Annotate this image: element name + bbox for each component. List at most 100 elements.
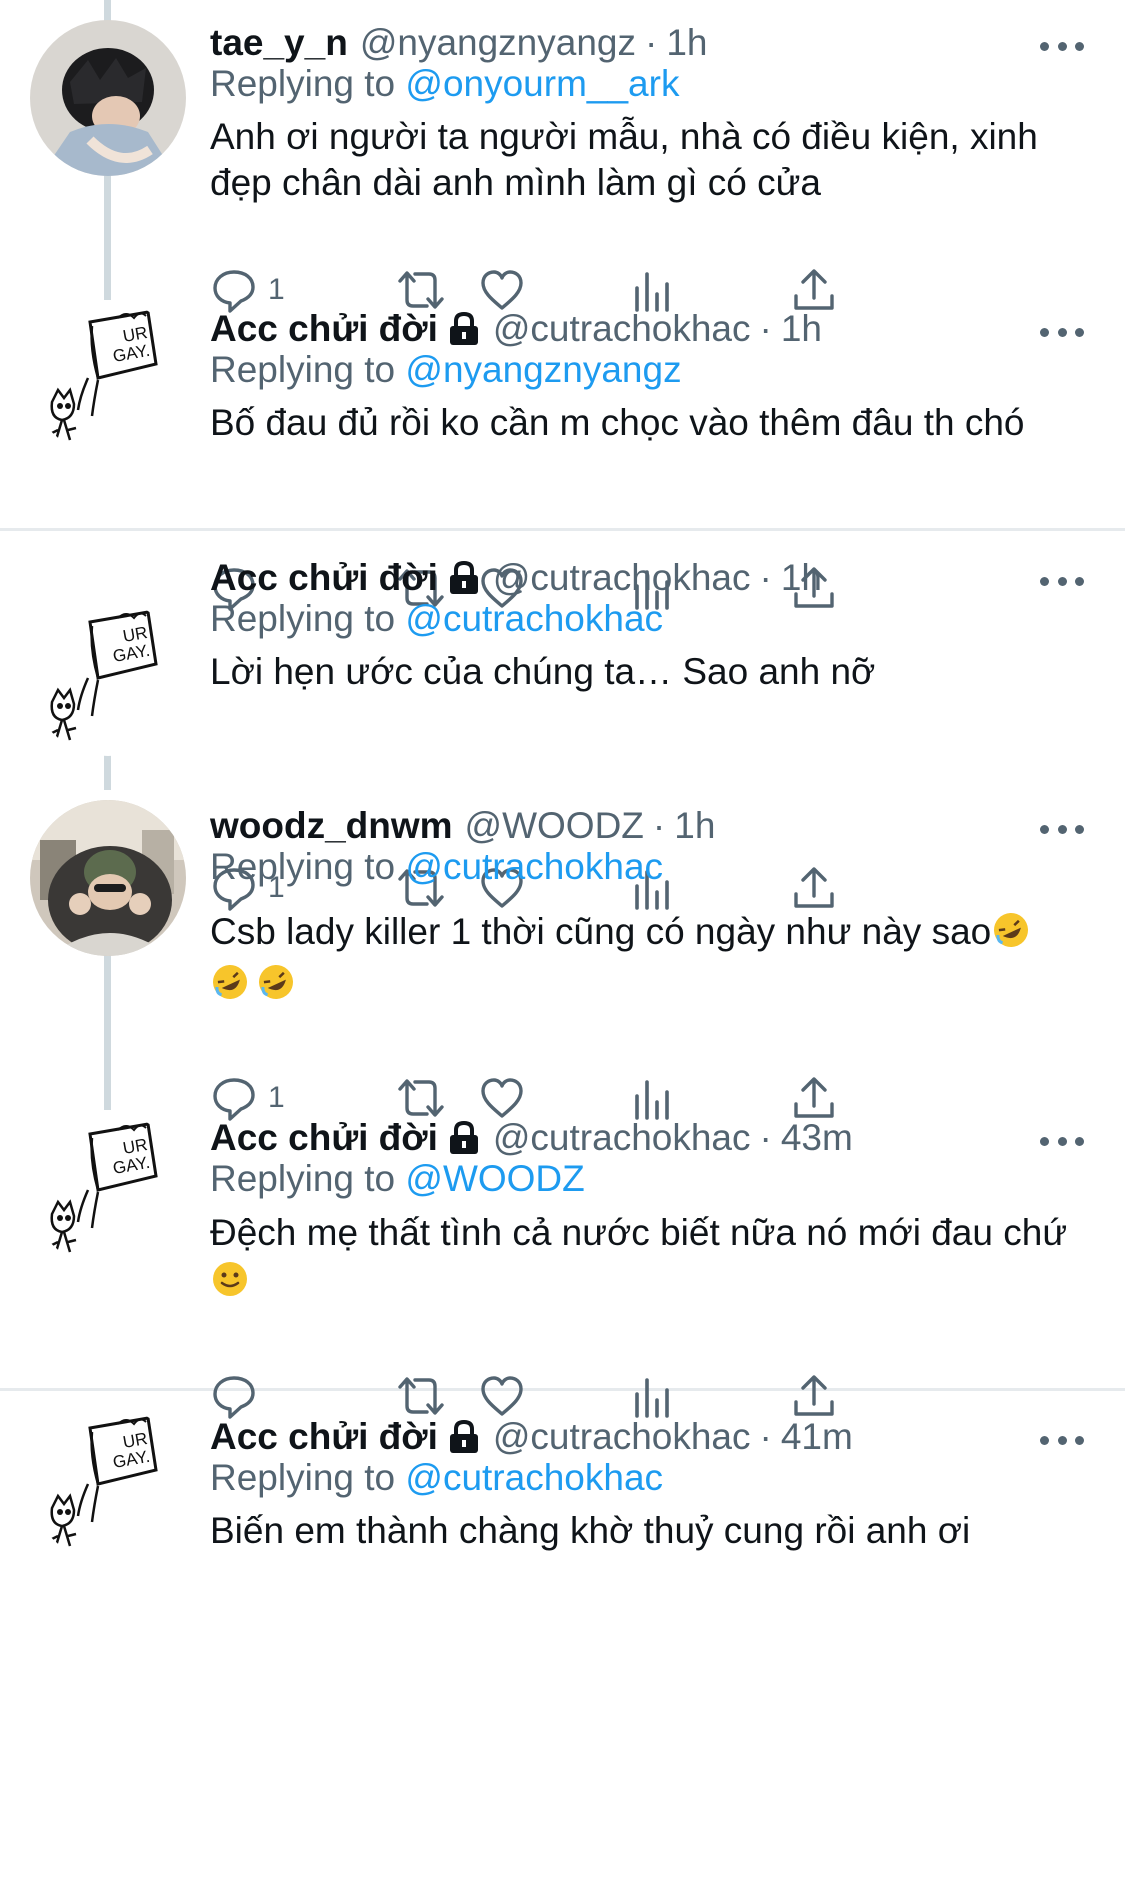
handle[interactable]: @cutrachokhac: [493, 308, 751, 350]
display-name[interactable]: Acc chửi đời: [210, 1416, 438, 1458]
more-icon[interactable]: [1040, 819, 1084, 839]
avatar[interactable]: [30, 800, 186, 956]
replying-to-label: Replying to: [210, 598, 396, 639]
avatar[interactable]: [30, 20, 186, 176]
replying-to-label: Replying to: [210, 1158, 396, 1199]
more-icon[interactable]: [1040, 322, 1084, 342]
divider: [0, 1388, 1125, 1391]
avatar[interactable]: UR GAY.: [30, 300, 186, 456]
tweet-header: Acc chửi đời @cutrachokhac · 1h: [210, 308, 822, 350]
timestamp[interactable]: 41m: [781, 1416, 853, 1458]
retweet-icon: [398, 1079, 444, 1117]
reply-count: 1: [268, 1081, 285, 1114]
share-icon: [794, 867, 834, 908]
display-name[interactable]: woodz_dnwm: [210, 805, 453, 847]
display-name[interactable]: Acc chửi đời: [210, 1117, 438, 1159]
replying-to-label: Replying to: [210, 349, 396, 390]
more-icon[interactable]: [1040, 1131, 1084, 1151]
replying-to-mention[interactable]: @cutrachokhac: [405, 598, 663, 639]
tweet-text: Bố đau đủ rồi ko cần m chọc vào thêm đâu…: [210, 400, 1090, 446]
share-icon: [794, 1077, 834, 1118]
analytics-icon: [635, 272, 669, 312]
rofl-emoji: [259, 965, 293, 999]
tweet-text-content: Biến em thành chàng khờ thuỷ cung rồi an…: [210, 1510, 971, 1551]
divider: [0, 528, 1125, 531]
replying-to: Replying to @nyangznyangz: [210, 349, 682, 391]
avatar[interactable]: UR GAY.: [30, 600, 186, 756]
lock-icon: [447, 560, 481, 596]
tweet-text-content: Bố đau đủ rồi ko cần m chọc vào thêm đâu…: [210, 402, 1025, 443]
handle[interactable]: @nyangznyangz: [360, 22, 636, 64]
lock-icon: [447, 1419, 481, 1455]
display-name[interactable]: Acc chửi đời: [210, 557, 438, 599]
handle[interactable]: @WOODZ: [465, 805, 644, 847]
timestamp[interactable]: 1h: [781, 308, 822, 350]
analytics-icon: [635, 1080, 669, 1120]
share-icon: [794, 1375, 834, 1416]
replying-to-mention[interactable]: @nyangznyangz: [405, 349, 681, 390]
separator: ·: [759, 308, 772, 349]
replying-to-mention[interactable]: @cutrachokhac: [405, 846, 663, 887]
replying-to: Replying to @cutrachokhac: [210, 1457, 663, 1499]
reply-count: 1: [268, 273, 285, 306]
avatar[interactable]: UR GAY.: [30, 1406, 186, 1562]
handle[interactable]: @cutrachokhac: [493, 1416, 751, 1458]
avatar[interactable]: UR GAY.: [30, 1112, 186, 1268]
more-icon[interactable]: [1040, 1430, 1084, 1450]
like-icon: [481, 270, 523, 310]
thread-line: [104, 940, 111, 1110]
replying-to: Replying to @onyourm__ark: [210, 63, 679, 105]
replying-to: Replying to @cutrachokhac: [210, 846, 663, 888]
lock-icon: [447, 1120, 481, 1156]
tweet-header: woodz_dnwm @WOODZ · 1h: [210, 805, 715, 847]
more-icon[interactable]: [1040, 36, 1084, 56]
replying-to-mention[interactable]: @WOODZ: [405, 1158, 584, 1199]
separator: ·: [652, 805, 666, 846]
timestamp[interactable]: 1h: [674, 805, 715, 847]
timestamp[interactable]: 43m: [781, 1117, 853, 1159]
tweet-text: Biến em thành chàng khờ thuỷ cung rồi an…: [210, 1508, 1090, 1554]
like-icon: [481, 1376, 523, 1416]
tweet-text-content: Lời hẹn ước của chúng ta… Sao anh nỡ: [210, 651, 876, 692]
display-name[interactable]: Acc chửi đời: [210, 308, 438, 350]
handle[interactable]: @cutrachokhac: [493, 557, 751, 599]
tweet-text: Csb lady killer 1 thời cũng có ngày như …: [210, 906, 1090, 1010]
rofl-emoji: [213, 965, 247, 999]
tweet-header: Acc chửi đời @cutrachokhac · 43m: [210, 1117, 853, 1159]
replying-to: Replying to @cutrachokhac: [210, 598, 663, 640]
share-icon: [794, 269, 834, 310]
analytics-icon: [635, 1378, 669, 1418]
display-name[interactable]: tae_y_n: [210, 22, 348, 64]
tweet-text-content: Anh ơi người ta người mẫu, nhà có điều k…: [210, 116, 1038, 203]
tweet-text-content: Csb lady killer 1 thời cũng có ngày như …: [210, 911, 992, 952]
retweet-icon: [398, 1377, 444, 1415]
reply-icon: [213, 1078, 255, 1121]
tweet-text: Đệch mẹ thất tình cả nước biết nữa nó mớ…: [210, 1209, 1090, 1305]
rofl-emoji: [994, 913, 1029, 947]
timestamp[interactable]: 1h: [666, 22, 707, 64]
tweet-text: Lời hẹn ước của chúng ta… Sao anh nỡ: [210, 649, 1090, 695]
separator: ·: [759, 1117, 772, 1158]
replying-to-label: Replying to: [210, 846, 396, 887]
reply-icon: [213, 1376, 255, 1419]
retweet-icon: [398, 271, 444, 309]
reply-icon: [213, 270, 255, 313]
replying-to-label: Replying to: [210, 1457, 396, 1498]
more-icon[interactable]: [1040, 571, 1084, 591]
replying-to-mention[interactable]: @cutrachokhac: [405, 1457, 663, 1498]
like-icon: [481, 1078, 523, 1118]
tweet-header: Acc chửi đời @cutrachokhac · 41m: [210, 1416, 853, 1458]
separator: ·: [759, 1416, 772, 1457]
tweet-header: tae_y_n @nyangznyangz · 1h: [210, 22, 707, 64]
slight-smile-emoji: [213, 1262, 247, 1296]
lock-icon: [447, 311, 481, 347]
tweet-text: Anh ơi người ta người mẫu, nhà có điều k…: [210, 114, 1090, 206]
replying-to: Replying to @WOODZ: [210, 1158, 585, 1200]
tweet-header: Acc chửi đời @cutrachokhac · 1h: [210, 557, 822, 599]
replying-to-mention[interactable]: @onyourm__ark: [405, 63, 679, 104]
separator: ·: [759, 557, 772, 598]
handle[interactable]: @cutrachokhac: [493, 1117, 751, 1159]
separator: ·: [645, 22, 658, 63]
timestamp[interactable]: 1h: [781, 557, 822, 599]
replying-to-label: Replying to: [210, 63, 396, 104]
